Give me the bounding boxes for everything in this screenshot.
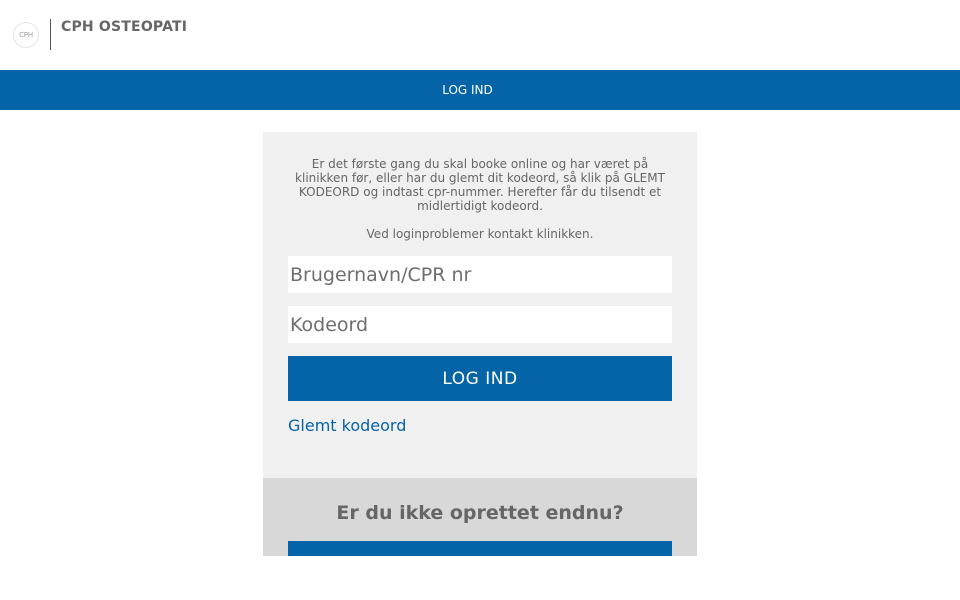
clinic-logo[interactable]: CPH bbox=[13, 22, 39, 48]
password-input[interactable] bbox=[288, 306, 672, 343]
username-input[interactable] bbox=[288, 256, 672, 293]
login-contact-text: Ved loginproblemer kontakt klinikken. bbox=[366, 227, 594, 241]
forgot-password-link[interactable]: Glemt kodeord bbox=[288, 416, 406, 435]
logo-text: CPH bbox=[19, 31, 33, 39]
signup-button[interactable] bbox=[288, 541, 672, 556]
signup-panel: Er du ikke oprettet endnu? bbox=[263, 478, 697, 556]
header: CPH CPH OSTEOPATI bbox=[0, 0, 960, 70]
login-button[interactable]: LOG IND bbox=[288, 356, 672, 401]
nav-item-log-ind[interactable]: LOG IND bbox=[0, 70, 935, 110]
nav-bar: LOG IND bbox=[0, 70, 960, 110]
login-panel: Er det første gang du skal booke online … bbox=[263, 132, 697, 478]
login-intro-text: Er det første gang du skal booke online … bbox=[295, 157, 665, 213]
header-divider bbox=[50, 19, 51, 50]
signup-title: Er du ikke oprettet endnu? bbox=[336, 502, 624, 524]
brand-name[interactable]: CPH OSTEOPATI bbox=[61, 19, 187, 35]
